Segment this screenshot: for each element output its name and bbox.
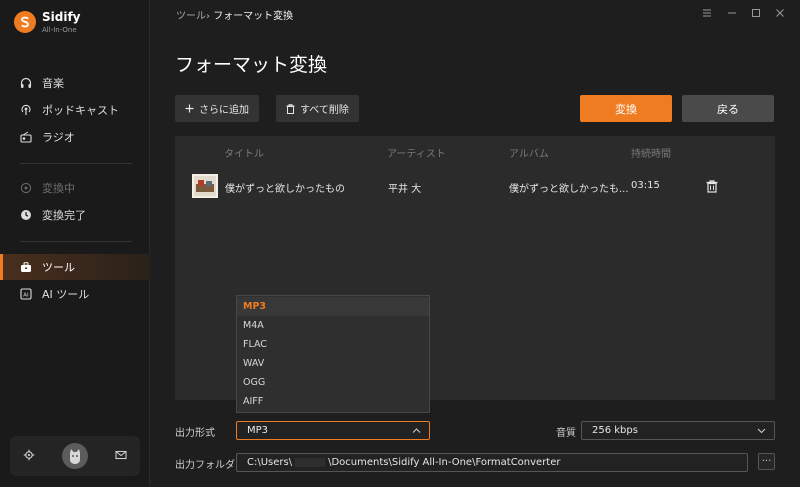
column-header-artist: アーティスト [387, 149, 446, 160]
output-format-label: 出力形式 [175, 428, 215, 439]
ai-icon: AI [20, 288, 32, 300]
sidebar-item-converting[interactable]: 変換中 [0, 175, 150, 201]
column-header-duration: 持続時間 [631, 149, 671, 160]
breadcrumb-parent[interactable]: ツール [176, 11, 206, 22]
sidebar-item-music[interactable]: 音楽 [0, 70, 150, 96]
svg-text:AI: AI [23, 292, 29, 298]
output-folder-input[interactable]: C:\Users\ \Documents\Sidify All-In-One\Fo… [236, 453, 748, 472]
track-title: 僕がずっと欲しかったもの [225, 184, 345, 195]
track-album: 僕がずっと欲しかったも... [509, 184, 629, 195]
close-icon[interactable] [773, 6, 787, 20]
maximize-icon[interactable] [749, 6, 763, 20]
column-header-album: アルバム [509, 149, 549, 160]
track-thumbnail [192, 174, 218, 198]
breadcrumb: ツール› フォーマット変換 [176, 7, 293, 22]
chevron-up-icon [412, 426, 421, 438]
delete-all-label: すべて削除 [300, 105, 349, 116]
format-option-mp3[interactable]: MP3 [237, 297, 429, 316]
format-option-wav[interactable]: WAV [237, 354, 429, 373]
format-option-m4a[interactable]: M4A [237, 316, 429, 335]
brand-name: Sidify [42, 10, 81, 24]
sidebar-item-label: ツール [42, 261, 75, 274]
radio-icon [20, 131, 32, 143]
sidebar-divider [20, 163, 132, 164]
back-button[interactable]: 戻る [682, 95, 774, 122]
converting-icon [20, 182, 32, 194]
sidebar-item-label: 音楽 [42, 77, 64, 90]
path-prefix: C:\Users\ [247, 457, 293, 468]
quality-label: 音質 [556, 428, 576, 439]
sidebar-item-label: 変換完了 [42, 209, 86, 222]
track-artist: 平井 大 [388, 184, 422, 195]
sidebar-item-label: 変換中 [42, 182, 75, 195]
output-format-select[interactable]: MP3 [236, 421, 430, 440]
chevron-down-icon [757, 426, 766, 438]
sidebar-item-converted[interactable]: 変換完了 [0, 202, 150, 228]
breadcrumb-separator: › [206, 11, 210, 22]
format-option-aiff[interactable]: AIFF [237, 392, 429, 411]
toolbox-icon [20, 261, 32, 273]
sidebar-item-radio[interactable]: ラジオ [0, 124, 150, 150]
browse-folder-button[interactable]: ··· [758, 453, 775, 470]
path-suffix: \Documents\Sidify All-In-One\FormatConve… [328, 457, 561, 468]
redacted-username [295, 458, 326, 467]
format-dropdown-list: MP3 M4A FLAC WAV OGG AIFF [236, 295, 430, 413]
delete-all-button[interactable]: すべて削除 [276, 95, 359, 122]
output-folder-label: 出力フォルダ [175, 460, 235, 471]
sidebar-divider [20, 241, 132, 242]
track-duration: 03:15 [631, 180, 660, 191]
sidebar-footer [10, 436, 140, 476]
avatar[interactable] [61, 443, 88, 469]
sidebar-item-label: AI ツール [42, 288, 90, 301]
sidebar: Sidify All-In-One 音楽 ポッドキャスト ラジオ 変換中 変換完… [0, 0, 150, 487]
minimize-icon[interactable] [725, 6, 739, 20]
sidebar-item-label: ポッドキャスト [42, 104, 119, 117]
breadcrumb-current: フォーマット変換 [213, 11, 294, 22]
mail-icon[interactable] [115, 449, 127, 464]
brand-subtitle: All-In-One [42, 26, 77, 34]
quality-value: 256 kbps [592, 425, 638, 436]
format-option-ogg[interactable]: OGG [237, 373, 429, 392]
clock-icon [20, 209, 32, 221]
output-format-value: MP3 [247, 425, 269, 436]
add-more-label: さらに追加 [199, 105, 249, 116]
plus-icon [185, 104, 194, 113]
column-header-title: タイトル [224, 149, 264, 160]
menu-icon[interactable] [700, 6, 714, 20]
sidebar-item-label: ラジオ [42, 131, 75, 144]
sidebar-item-tools[interactable]: ツール [0, 254, 150, 280]
podcast-icon [20, 104, 32, 116]
sidebar-item-ai-tools[interactable]: AI AI ツール [0, 281, 150, 307]
quality-select[interactable]: 256 kbps [581, 421, 775, 440]
settings-icon[interactable] [23, 449, 35, 464]
headphones-icon [20, 77, 32, 89]
convert-button[interactable]: 変換 [580, 95, 672, 122]
sidebar-item-podcast[interactable]: ポッドキャスト [0, 97, 150, 123]
brand: Sidify All-In-One [14, 10, 81, 34]
page-title: フォーマット変換 [175, 54, 328, 76]
more-icon: ··· [761, 456, 772, 467]
add-more-button[interactable]: さらに追加 [175, 95, 259, 122]
trash-icon [286, 103, 295, 114]
format-option-flac[interactable]: FLAC [237, 335, 429, 354]
sidify-logo-icon [14, 11, 36, 33]
delete-track-icon[interactable] [706, 180, 718, 196]
